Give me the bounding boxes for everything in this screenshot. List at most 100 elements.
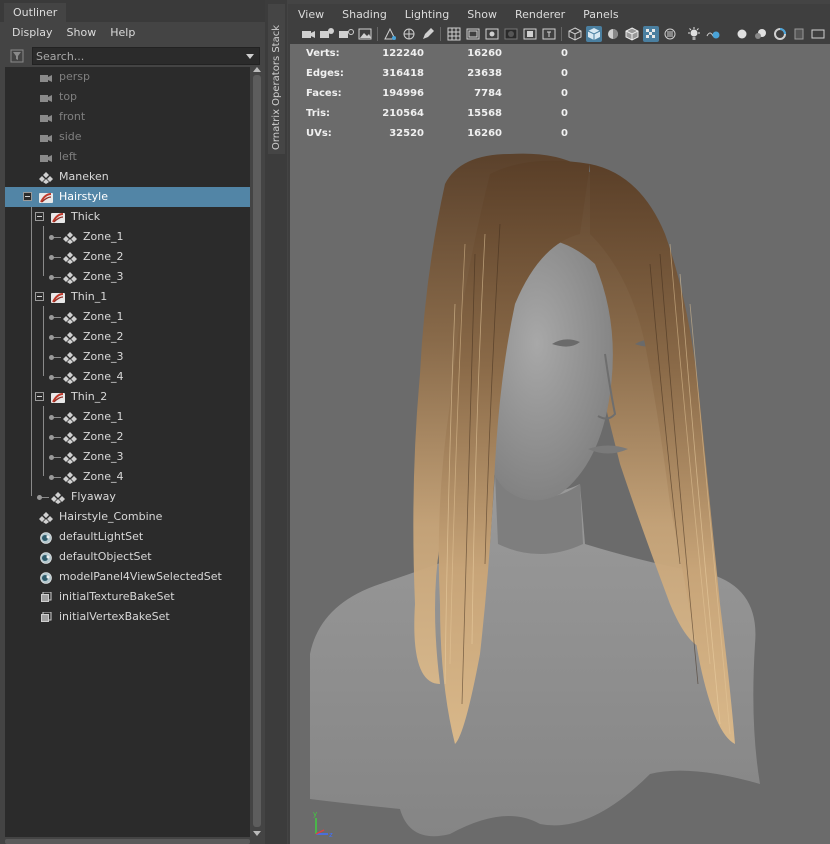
- outliner-item-zone-3[interactable]: Zone_3: [5, 347, 250, 367]
- outliner-item-zone-1[interactable]: Zone_1: [5, 307, 250, 327]
- hud-v1: 316418: [382, 68, 424, 79]
- outliner-item-initialvertexbakeset[interactable]: initialVertexBakeSet: [5, 607, 250, 627]
- outliner-item-zone-4[interactable]: Zone_4: [5, 367, 250, 387]
- outliner-item-modelpanel4viewselectedset[interactable]: modelPanel4ViewSelectedSet: [5, 567, 250, 587]
- hair-object-icon: [51, 291, 65, 303]
- collapse-icon[interactable]: [35, 212, 44, 221]
- menu-help[interactable]: Help: [110, 26, 135, 39]
- hud-v3: 0: [561, 48, 568, 59]
- shadows-icon[interactable]: [662, 26, 678, 42]
- transform-icon: [39, 171, 53, 184]
- outliner-item-side[interactable]: side: [5, 127, 250, 147]
- scroll-down-icon[interactable]: [253, 831, 261, 836]
- xray-icon[interactable]: [734, 26, 750, 42]
- tab-ornatrix-operators-stack[interactable]: Ornatrix Operators Stack: [268, 4, 285, 154]
- viewport-canvas[interactable]: Verts: 122240 16260 0 Edges: 316418 23638 0 Face…: [290, 44, 830, 844]
- camera-attributes-icon[interactable]: [319, 26, 335, 42]
- outliner-item-initialtexturebakeset[interactable]: initialTextureBakeSet: [5, 587, 250, 607]
- tree-node-dot: [49, 435, 54, 440]
- smooth-shade-icon[interactable]: [586, 26, 602, 42]
- outliner-item-zone-4[interactable]: Zone_4: [5, 467, 250, 487]
- chevron-down-icon[interactable]: [246, 54, 254, 59]
- outliner-horizontal-scrollbar[interactable]: [5, 839, 250, 844]
- outliner-item-defaultobjectset[interactable]: defaultObjectSet: [5, 547, 250, 567]
- menu-display[interactable]: Display: [12, 26, 53, 39]
- character-bust-model[interactable]: [290, 44, 830, 844]
- outliner-item-zone-3[interactable]: Zone_3: [5, 447, 250, 467]
- collapse-icon[interactable]: [35, 392, 44, 401]
- outliner-item-hairstyle-combine[interactable]: Hairstyle_Combine: [5, 507, 250, 527]
- outliner-item-maneken[interactable]: Maneken: [5, 167, 250, 187]
- outliner-item-left[interactable]: left: [5, 147, 250, 167]
- grid-icon[interactable]: [446, 26, 462, 42]
- select-camera-icon[interactable]: [300, 26, 316, 42]
- outliner-item-label: Zone_2: [83, 250, 124, 263]
- menu-lighting[interactable]: Lighting: [405, 8, 449, 21]
- outliner-item-zone-2[interactable]: Zone_2: [5, 247, 250, 267]
- side-tab-label: Ornatrix Operators Stack: [271, 24, 282, 150]
- collapse-icon[interactable]: [23, 192, 32, 201]
- outliner-item-thin-1[interactable]: Thin_1: [5, 287, 250, 307]
- outliner-item-hairstyle[interactable]: Hairstyle: [5, 187, 250, 207]
- pencil-icon[interactable]: [420, 26, 436, 42]
- scrollbar-thumb[interactable]: [253, 75, 261, 827]
- tab-outliner[interactable]: Outliner: [4, 3, 67, 22]
- gate-mask-icon[interactable]: [503, 26, 519, 42]
- textured-icon[interactable]: [643, 26, 659, 42]
- outliner-item-thin-2[interactable]: Thin_2: [5, 387, 250, 407]
- menu-renderer[interactable]: Renderer: [515, 8, 565, 21]
- scroll-up-icon[interactable]: [253, 67, 261, 72]
- panel-layout-icon[interactable]: [810, 26, 826, 42]
- outliner-item-label: Zone_1: [83, 230, 124, 243]
- menu-shading[interactable]: Shading: [342, 8, 387, 21]
- outliner-item-zone-2[interactable]: Zone_2: [5, 427, 250, 447]
- isolate-select-icon[interactable]: [772, 26, 788, 42]
- wireframe-on-shaded-icon[interactable]: [624, 26, 640, 42]
- outliner-panel: Outliner Display Show Help persp top front…: [0, 0, 265, 844]
- hud-v3: 0: [561, 108, 568, 119]
- tree-node-dot: [49, 355, 54, 360]
- outliner-item-front[interactable]: front: [5, 107, 250, 127]
- outliner-item-zone-1[interactable]: Zone_1: [5, 227, 250, 247]
- camera-frame-icon[interactable]: [791, 26, 807, 42]
- outliner-tree: persp top front side left Maneken Hairstyle Thi…: [5, 67, 250, 837]
- hair-object-icon: [39, 191, 53, 203]
- resolution-gate-icon[interactable]: [484, 26, 500, 42]
- transform-icon: [63, 451, 77, 464]
- collapse-icon[interactable]: [35, 292, 44, 301]
- safe-action-icon[interactable]: [541, 26, 557, 42]
- axis-z-label: z: [329, 831, 333, 839]
- outliner-item-label: front: [59, 110, 86, 123]
- grease-pencil-icon[interactable]: [401, 26, 417, 42]
- menu-view[interactable]: View: [298, 8, 324, 21]
- menu-panels[interactable]: Panels: [583, 8, 618, 21]
- xray-joints-icon[interactable]: [753, 26, 769, 42]
- film-gate-icon[interactable]: [465, 26, 481, 42]
- wireframe-icon[interactable]: [567, 26, 583, 42]
- outliner-item-zone-1[interactable]: Zone_1: [5, 407, 250, 427]
- filter-icon[interactable]: [9, 48, 25, 64]
- outliner-item-top[interactable]: top: [5, 87, 250, 107]
- search-input[interactable]: [32, 47, 260, 65]
- hud-v1: 210564: [382, 108, 424, 119]
- image-plane-icon[interactable]: [357, 26, 373, 42]
- outliner-item-label: defaultLightSet: [59, 530, 144, 543]
- hud-row-verts: Verts: 122240 16260 0: [306, 44, 568, 64]
- outliner-item-zone-2[interactable]: Zone_2: [5, 327, 250, 347]
- outliner-item-persp[interactable]: persp: [5, 67, 250, 87]
- menu-show[interactable]: Show: [67, 26, 97, 39]
- hud-v2: 7784: [474, 88, 502, 99]
- bookmark-icon[interactable]: [338, 26, 354, 42]
- screen-space-ao-icon[interactable]: [705, 26, 721, 42]
- 2d-pan-zoom-icon[interactable]: [382, 26, 398, 42]
- menu-show[interactable]: Show: [467, 8, 497, 21]
- outliner-item-defaultlightset[interactable]: defaultLightSet: [5, 527, 250, 547]
- outliner-scrollbar[interactable]: [251, 67, 263, 837]
- outliner-item-thick[interactable]: Thick: [5, 207, 250, 227]
- hud-label: Faces:: [306, 88, 342, 99]
- outliner-item-zone-3[interactable]: Zone_3: [5, 267, 250, 287]
- field-chart-icon[interactable]: [522, 26, 538, 42]
- use-all-lights-icon[interactable]: [686, 26, 702, 42]
- outliner-item-flyaway[interactable]: Flyaway: [5, 487, 250, 507]
- default-lighting-icon[interactable]: [605, 26, 621, 42]
